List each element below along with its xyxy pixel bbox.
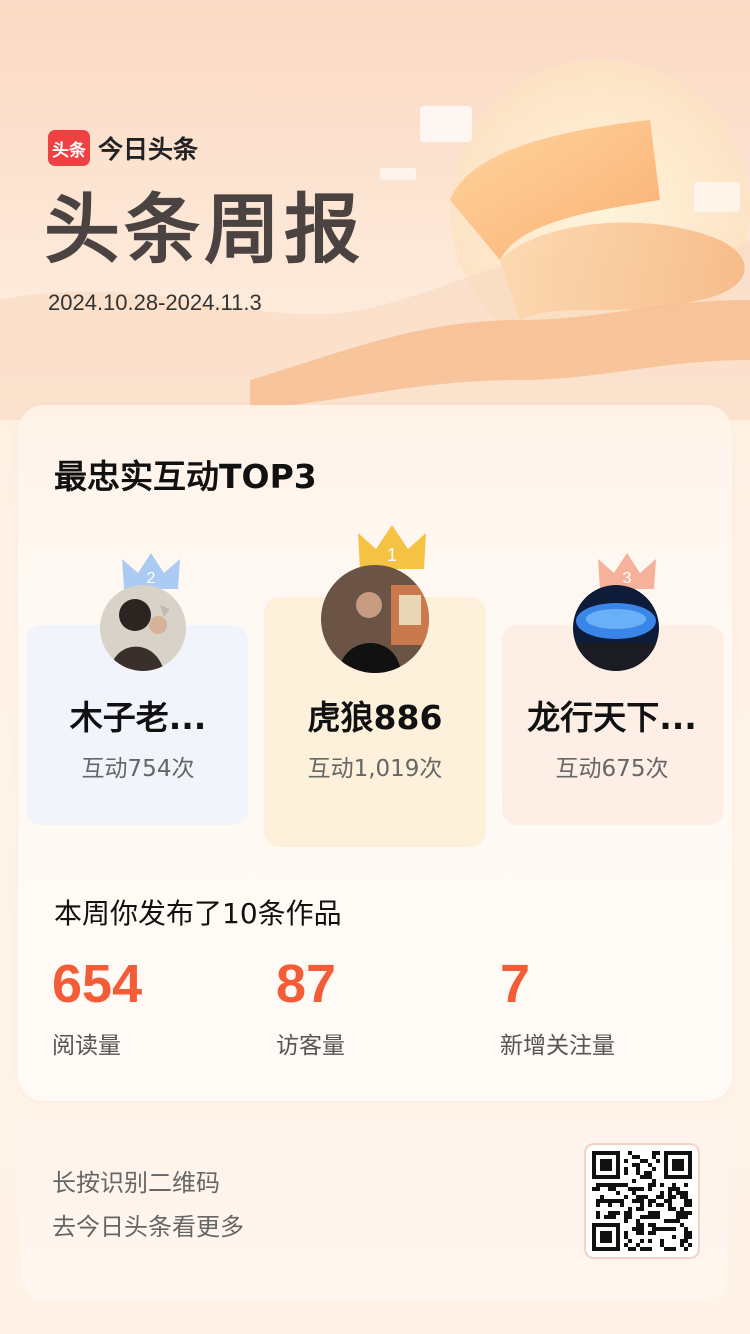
rank-1-crown-icon: 1 [358,525,426,569]
page-title: 头条周报 [44,185,364,274]
top3-count-rank-1: 互动1,019次 [307,756,443,782]
rank-3-crown-icon: 3 [598,553,656,589]
avatar-rank-2[interactable] [100,585,186,671]
stat-visitors: 87 访客量 [276,954,345,1060]
publish-summary: 本周你发布了10条作品 [54,897,342,930]
app-logo: 头条 今日头条 [48,130,198,166]
report-card: 最忠实互动TOP3 2 1 3 木子老... 互动754次 虎狼886 互动1,… [18,405,732,1101]
date-range: 2024.10.28-2024.11.3 [48,290,262,315]
stat-new-followers: 7 新增关注量 [500,954,615,1060]
weekly-report-page: 头条 今日头条 头条周报 2024.10.28-2024.11.3 最忠实互动T… [0,0,750,1334]
stat-reads-label: 阅读量 [52,1033,121,1060]
qr-code-icon [592,1151,692,1251]
top3-count-rank-3: 互动675次 [555,756,669,782]
logo-mark-icon: 头条 [48,130,90,166]
avatar-rank-3[interactable] [573,585,659,671]
top3-name-rank-1: 虎狼886 [307,698,443,737]
stat-new-followers-value: 7 [500,954,531,1014]
top3-name-rank-2: 木子老... [69,698,207,737]
rank-3-number: 3 [623,570,632,587]
stat-reads-value: 654 [52,954,143,1014]
qr-footer-card: 长按识别二维码 去今日头条看更多 [22,1103,728,1300]
top3-count-rank-2: 互动754次 [81,756,195,782]
logo-text: 今日头条 [98,135,199,164]
top3-title: 最忠实互动TOP3 [54,457,317,496]
stat-reads: 654 阅读量 [52,954,143,1060]
stat-visitors-value: 87 [276,954,337,1014]
qr-hint-line2: 去今日头条看更多 [52,1213,244,1241]
qr-hint-line1: 长按识别二维码 [52,1169,220,1197]
rank-1-number: 1 [387,545,397,565]
top3-name-rank-3: 龙行天下... [527,698,697,737]
stat-new-followers-label: 新增关注量 [500,1033,615,1060]
qr-code[interactable] [584,1143,700,1259]
avatar-rank-1[interactable] [321,565,429,673]
stat-visitors-label: 访客量 [276,1033,345,1060]
